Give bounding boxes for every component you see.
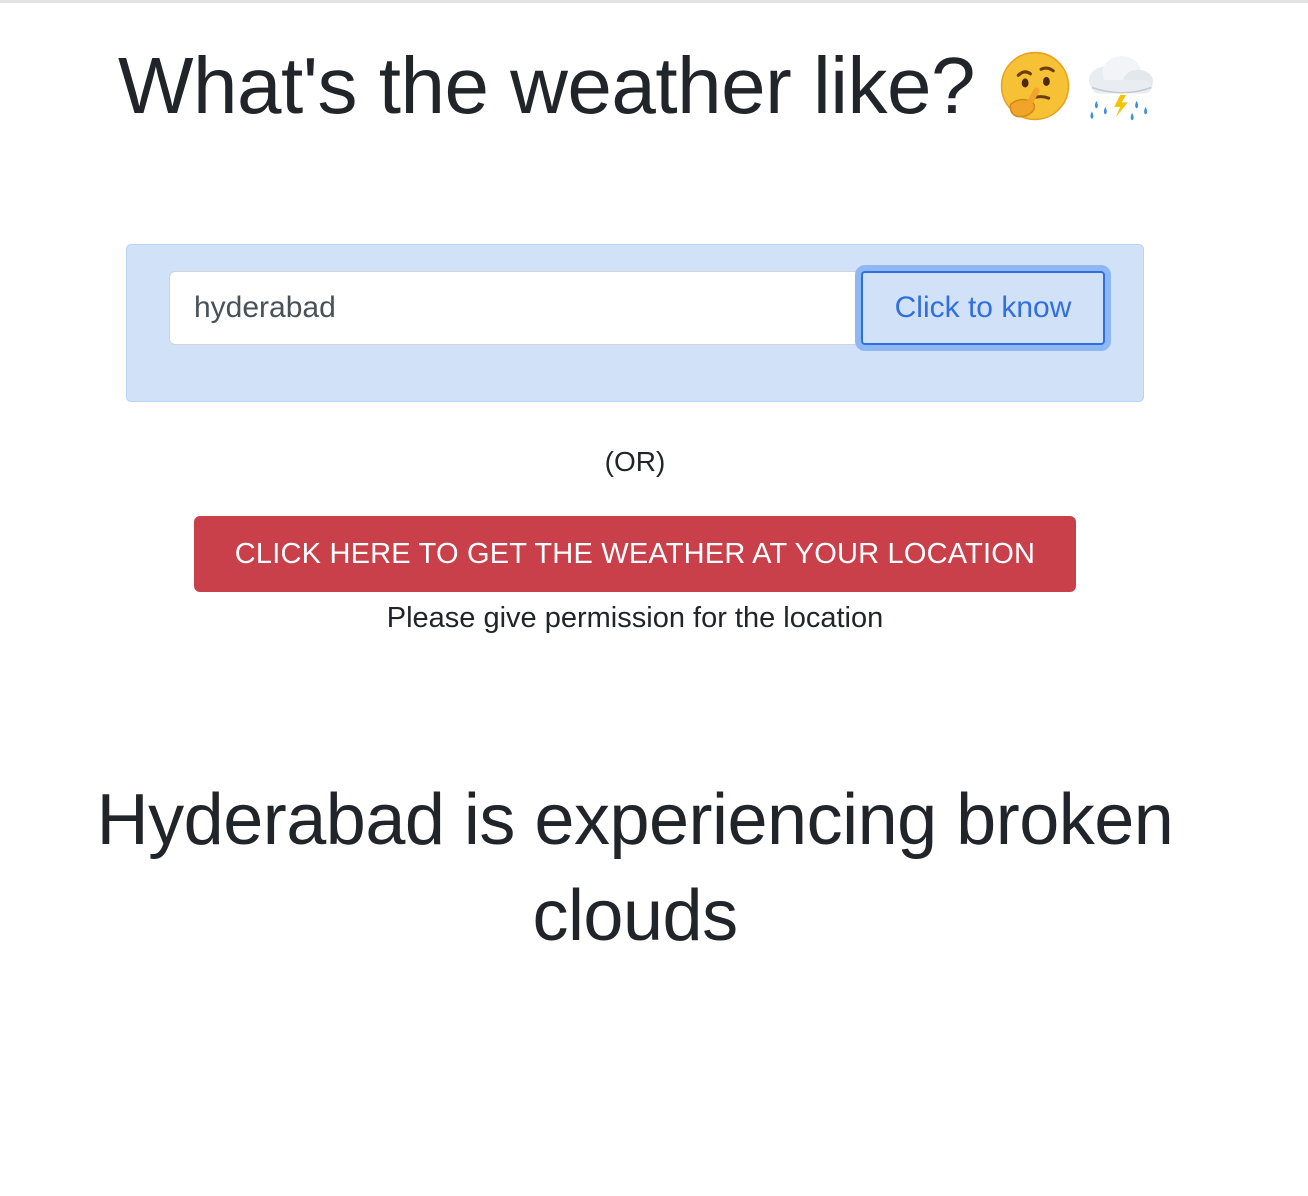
top-divider (0, 0, 1308, 3)
page-title: What's the weather like? (118, 38, 1159, 134)
get-location-weather-button[interactable]: CLICK HERE TO GET THE WEATHER AT YOUR LO… (194, 516, 1076, 592)
click-to-know-button[interactable]: Click to know (855, 265, 1111, 351)
city-search-input[interactable] (169, 271, 857, 345)
or-separator: (OR) (604, 446, 666, 477)
weather-result: Hyderabad is experiencing broken clouds (96, 780, 1174, 956)
page-title-text: What's the weather like? (118, 41, 976, 130)
thunder-rain-cloud-icon (1077, 48, 1159, 124)
click-to-know-label: Click to know (861, 271, 1105, 345)
search-panel: Click to know (126, 244, 1144, 402)
location-permission-note: Please give permission for the location (386, 602, 884, 634)
thinking-face-icon (997, 48, 1073, 124)
